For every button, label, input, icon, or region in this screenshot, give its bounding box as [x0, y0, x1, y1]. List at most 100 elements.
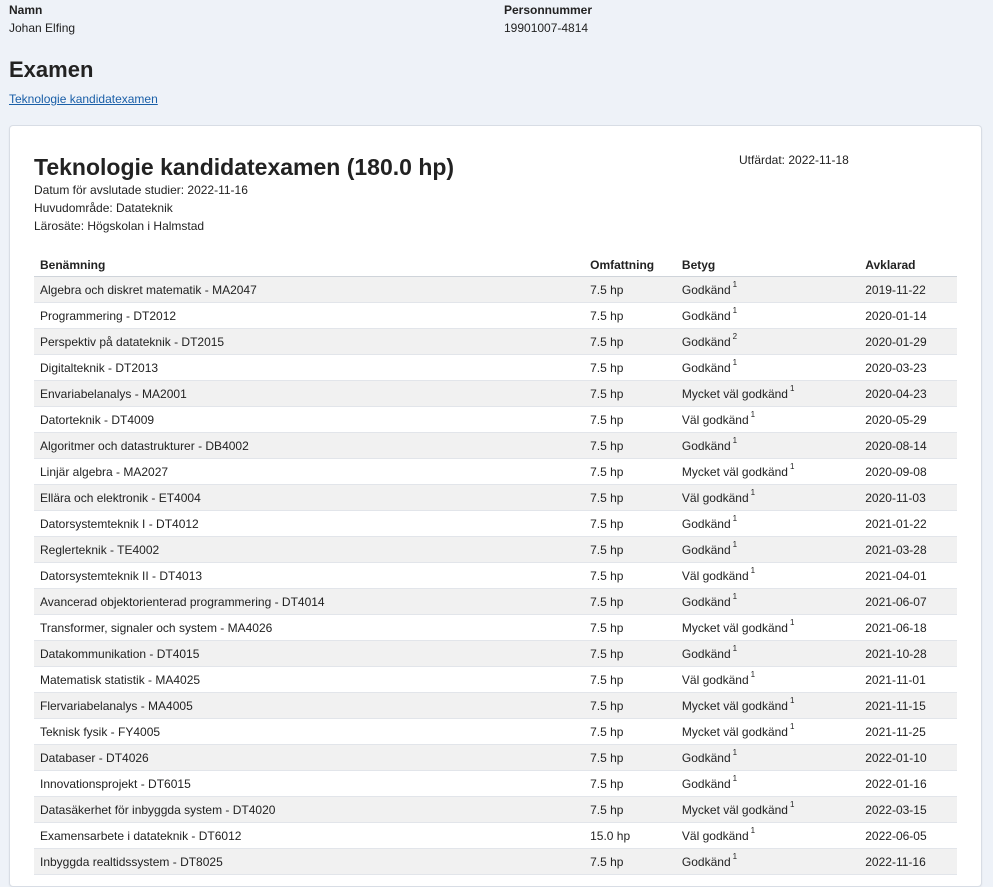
course-date: 2020-08-14 — [859, 432, 957, 459]
table-row: Inbyggda realtidssystem - DT8025 7.5 hp Go… — [34, 848, 957, 875]
course-date: 2021-10-28 — [859, 640, 957, 667]
course-date: 2021-11-15 — [859, 692, 957, 719]
exam-card: Teknologie kandidatexamen (180.0 hp) Utf… — [9, 125, 982, 887]
course-scope: 7.5 hp — [584, 354, 676, 381]
grade-text: Väl godkänd — [681, 568, 749, 583]
grade-footnote: 1 — [750, 669, 756, 679]
course-scope: 7.5 hp — [584, 692, 676, 719]
course-name: Avancerad objektorienterad programmering… — [34, 588, 585, 615]
courses-body: Algebra och diskret matematik - MA2047 7.… — [34, 276, 957, 875]
grade-text: Godkänd — [681, 646, 731, 661]
grade-footnote: 1 — [732, 279, 738, 289]
header-name: Benämning — [34, 254, 585, 277]
grade-text: Väl godkänd — [681, 828, 749, 843]
course-name: Algoritmer och datastrukturer - DB4002 — [34, 432, 585, 459]
table-row: Envariabelanalys - MA2001 7.5 hp Mycket vä… — [34, 380, 957, 407]
course-grade: Godkänd 1 — [675, 354, 860, 381]
table-row: Algebra och diskret matematik - MA2047 7.… — [34, 276, 957, 303]
course-date: 2022-03-15 — [859, 796, 957, 823]
course-scope: 7.5 hp — [584, 380, 676, 407]
grade-footnote: 1 — [789, 461, 795, 471]
course-scope: 7.5 hp — [584, 848, 676, 875]
course-grade: Väl godkänd 1 — [675, 666, 860, 693]
course-name: Datasäkerhet för inbyggda system - DT402… — [34, 796, 585, 823]
course-grade: Godkänd 1 — [675, 276, 860, 303]
course-scope: 7.5 hp — [584, 562, 676, 589]
table-row: Digitalteknik - DT2013 7.5 hp Godkänd 1 2020… — [34, 354, 957, 381]
course-date: 2022-01-16 — [859, 770, 957, 797]
exam-link[interactable]: Teknologie kandidatexamen — [9, 92, 158, 106]
course-grade: Godkänd 1 — [675, 770, 860, 797]
table-row: Datasäkerhet för inbyggda system - DT402… — [34, 796, 957, 823]
course-scope: 7.5 hp — [584, 536, 676, 563]
grade-footnote: 1 — [732, 539, 738, 549]
course-name: Programmering - DT2012 — [34, 302, 585, 329]
completion-date: Datum för avslutade studier: 2022-11-16 — [34, 183, 248, 197]
table-row: Teknisk fysik - FY4005 7.5 hp Mycket väl g… — [34, 718, 957, 745]
grade-footnote: 1 — [750, 565, 756, 575]
course-date: 2022-06-05 — [859, 822, 957, 849]
course-name: Databaser - DT4026 — [34, 744, 585, 771]
course-name: Digitalteknik - DT2013 — [34, 354, 585, 381]
course-name: Perspektiv på datateknik - DT2015 — [34, 328, 585, 355]
header-date: Avklarad — [859, 254, 957, 277]
grade-text: Mycket väl godkänd — [681, 724, 788, 739]
grade-text: Godkänd — [681, 282, 731, 297]
course-scope: 15.0 hp — [584, 822, 676, 849]
course-grade: Väl godkänd 1 — [675, 484, 860, 511]
course-grade: Godkänd 1 — [675, 432, 860, 459]
course-scope: 7.5 hp — [584, 640, 676, 667]
course-date: 2020-09-08 — [859, 458, 957, 485]
course-date: 2021-06-07 — [859, 588, 957, 615]
table-row: Linjär algebra - MA2027 7.5 hp Mycket väl … — [34, 458, 957, 485]
table-row: Datorsystemteknik I - DT4012 7.5 hp Godkän… — [34, 510, 957, 537]
table-row: Perspektiv på datateknik - DT2015 7.5 hp G… — [34, 328, 957, 355]
grade-text: Godkänd — [681, 308, 731, 323]
course-grade: Godkänd 1 — [675, 536, 860, 563]
table-row: Datorteknik - DT4009 7.5 hp Väl godkänd 1 20… — [34, 406, 957, 433]
grade-footnote: 1 — [750, 409, 756, 419]
grade-text: Väl godkänd — [681, 672, 749, 687]
grade-footnote: 1 — [732, 591, 738, 601]
grade-text: Godkänd — [681, 438, 731, 453]
course-name: Datorsystemteknik I - DT4012 — [34, 510, 585, 537]
course-name: Datakommunikation - DT4015 — [34, 640, 585, 667]
name-label: Namn — [9, 3, 43, 17]
student-name-block: Namn Johan Elfing — [9, 2, 75, 36]
course-date: 2020-05-29 — [859, 406, 957, 433]
course-scope: 7.5 hp — [584, 770, 676, 797]
header-scope: Omfattning — [584, 254, 676, 277]
courses-table: Benämning Omfattning Betyg Avklarad Alge… — [34, 254, 957, 875]
grade-footnote: 1 — [732, 643, 738, 653]
course-grade: Mycket väl godkänd 1 — [675, 380, 860, 407]
course-name: Reglerteknik - TE4002 — [34, 536, 585, 563]
table-row: Datakommunikation - DT4015 7.5 hp Godkänd 1… — [34, 640, 957, 667]
course-scope: 7.5 hp — [584, 614, 676, 641]
course-grade: Väl godkänd 1 — [675, 562, 860, 589]
grade-footnote: 1 — [789, 383, 795, 393]
course-grade: Godkänd 1 — [675, 510, 860, 537]
table-row: Transformer, signaler och system - MA402… — [34, 614, 957, 641]
table-row: Innovationsprojekt - DT6015 7.5 hp Godkänd… — [34, 770, 957, 797]
table-row: Reglerteknik - TE4002 7.5 hp Godkänd 1 2021-… — [34, 536, 957, 563]
course-name: Envariabelanalys - MA2001 — [34, 380, 585, 407]
course-scope: 7.5 hp — [584, 406, 676, 433]
course-date: 2021-04-01 — [859, 562, 957, 589]
course-scope: 7.5 hp — [584, 484, 676, 511]
grade-text: Godkänd — [681, 334, 731, 349]
grade-text: Godkänd — [681, 594, 731, 609]
grade-footnote: 1 — [750, 487, 756, 497]
table-row: Algoritmer och datastrukturer - DB4002 7.… — [34, 432, 957, 459]
course-date: 2019-11-22 — [859, 276, 957, 303]
course-name: Datorteknik - DT4009 — [34, 406, 585, 433]
course-date: 2021-01-22 — [859, 510, 957, 537]
course-scope: 7.5 hp — [584, 458, 676, 485]
course-scope: 7.5 hp — [584, 744, 676, 771]
course-name: Teknisk fysik - FY4005 — [34, 718, 585, 745]
course-grade: Mycket väl godkänd 1 — [675, 458, 860, 485]
course-grade: Godkänd 1 — [675, 588, 860, 615]
course-date: 2020-11-03 — [859, 484, 957, 511]
course-date: 2021-03-28 — [859, 536, 957, 563]
course-date: 2020-03-23 — [859, 354, 957, 381]
grade-footnote: 1 — [732, 851, 738, 861]
